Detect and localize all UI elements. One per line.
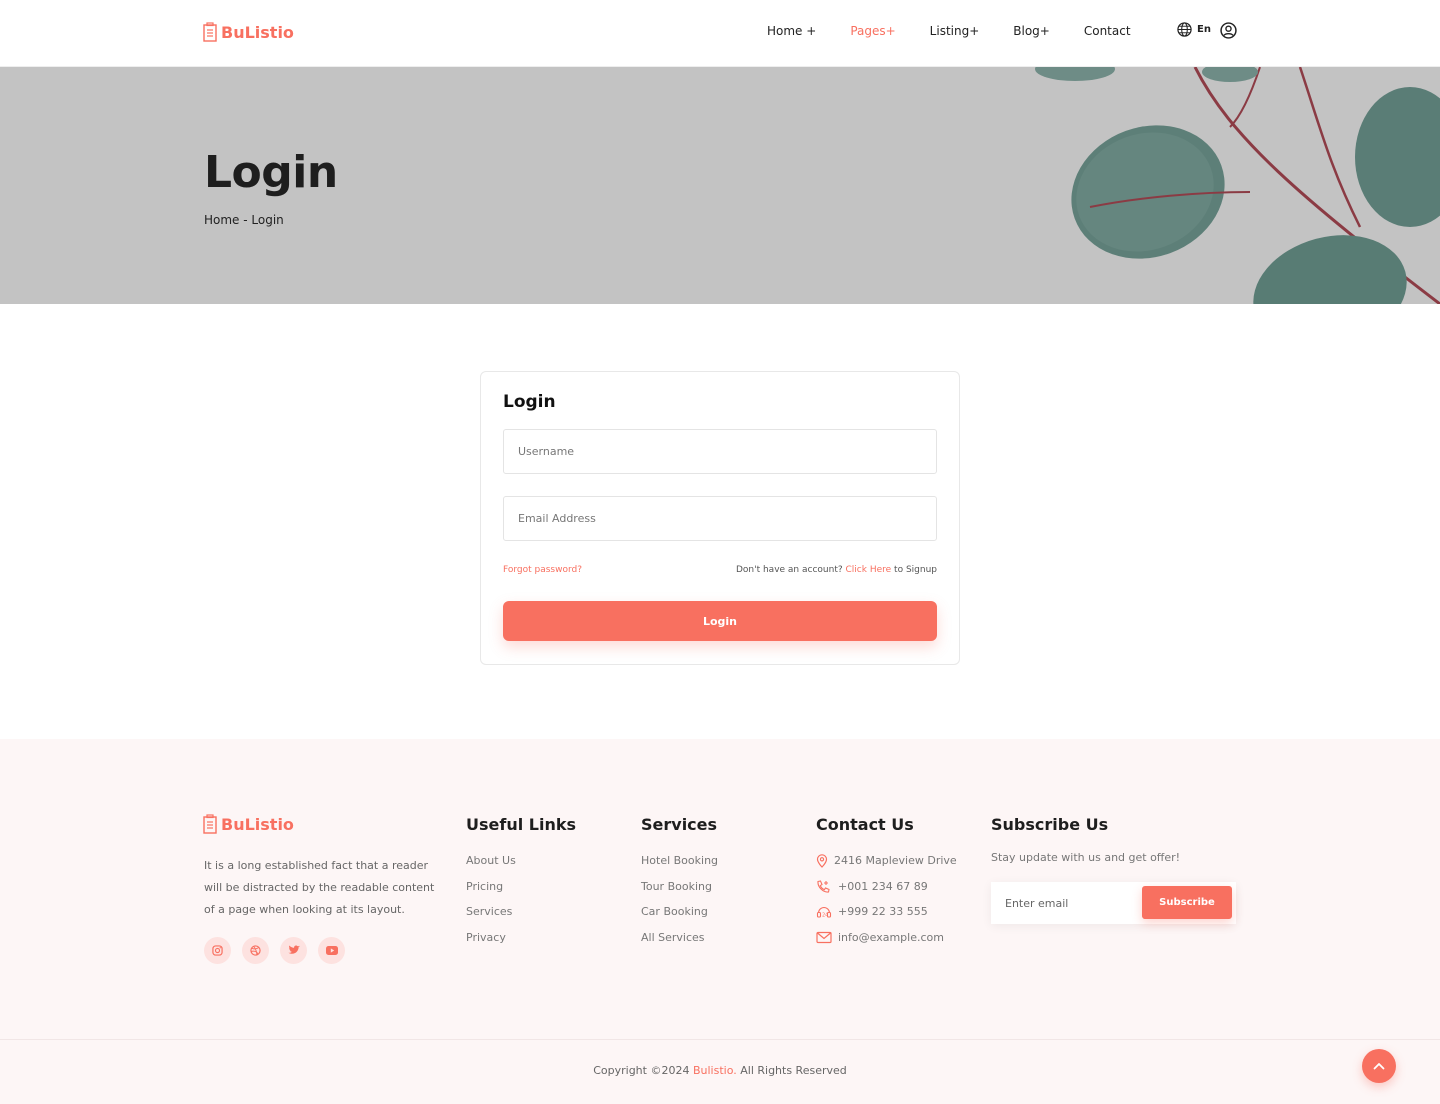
footer-logo[interactable]: BuListio (203, 814, 294, 834)
instagram-link[interactable] (204, 937, 231, 964)
login-card: Login Forgot password? Don't have an acc… (480, 371, 960, 665)
contact-title: Contact Us (816, 815, 914, 834)
footer-link-services[interactable]: Services (466, 905, 576, 931)
login-heading: Login (503, 392, 556, 412)
signup-prefix: Don't have an account? (735, 565, 843, 575)
scroll-to-top-button[interactable] (1362, 1049, 1396, 1083)
username-input[interactable] (503, 429, 937, 474)
user-circle-icon[interactable] (1220, 22, 1237, 39)
contact-phone-2-text: +999 22 33 555 (838, 905, 928, 918)
subscribe-text: Stay update with us and get offer! (991, 851, 1181, 864)
useful-links-column: Useful Links About Us Pricing Services P… (466, 815, 576, 956)
site-header: BuListio Home + Pages+ Listing+ Blog+ Co… (0, 0, 1440, 67)
location-pin-icon (816, 854, 828, 868)
dribbble-icon (250, 945, 261, 956)
login-button[interactable]: Login (503, 601, 937, 641)
subscribe-button[interactable]: Subscribe (1142, 886, 1232, 919)
copyright: Copyright ©2024 Bulistio. All Rights Res… (0, 1064, 1440, 1077)
twitter-icon (288, 945, 299, 954)
footer-about-text: It is a long established fact that a rea… (204, 859, 435, 916)
nav-item-contact[interactable]: Contact (1084, 24, 1131, 38)
copyright-suffix: All Rights Reserved (740, 1064, 847, 1077)
footer-link-about[interactable]: About Us (466, 854, 576, 880)
mail-icon (816, 931, 832, 943)
site-footer: BuListio It is a long established fact t… (0, 739, 1440, 1104)
service-link-car[interactable]: Car Booking (641, 905, 718, 931)
nav-item-listing[interactable]: Listing+ (930, 24, 980, 38)
useful-links-title: Useful Links (466, 815, 577, 834)
signup-prompt: Don't have an account? Click Here to Sig… (736, 565, 937, 575)
contact-address: 2416 Mapleview Drive (816, 854, 957, 880)
eucalyptus-leaves-decoration (1035, 67, 1440, 304)
copyright-prefix: Copyright ©2024 (593, 1064, 690, 1077)
phone-icon (817, 879, 830, 893)
contact-address-text: 2416 Mapleview Drive (834, 854, 957, 867)
contact-email[interactable]: info@example.com (816, 931, 957, 957)
language-label: En (1197, 24, 1211, 35)
signup-suffix: to Signup (894, 565, 937, 575)
contact-phone-1[interactable]: +001 234 67 89 (816, 880, 957, 906)
youtube-link[interactable] (318, 937, 345, 964)
instagram-icon (212, 945, 223, 956)
headset-icon: 24 (816, 907, 832, 919)
services-title: Services (641, 815, 718, 834)
chevron-up-icon (1373, 1063, 1385, 1070)
logo-text: BuListio (221, 22, 294, 42)
dribbble-link[interactable] (242, 937, 269, 964)
building-logo-icon (203, 22, 217, 42)
footer-link-privacy[interactable]: Privacy (466, 931, 576, 957)
forgot-password-link[interactable]: Forgot password? (503, 565, 582, 575)
header-logo[interactable]: BuListio (203, 22, 294, 42)
footer-link-pricing[interactable]: Pricing (466, 880, 576, 906)
social-links (204, 937, 345, 964)
globe-icon (1177, 22, 1192, 37)
copyright-brand-link[interactable]: Bulistio. (693, 1064, 737, 1077)
page-title: Login (204, 147, 338, 198)
contact-email-text: info@example.com (838, 930, 944, 944)
language-selector[interactable]: En (1177, 22, 1211, 37)
footer-logo-text: BuListio (221, 814, 294, 834)
subscribe-form: Subscribe (991, 882, 1236, 924)
contact-column: Contact Us 2416 Mapleview Drive +001 234… (816, 815, 957, 956)
nav-item-home[interactable]: Home + (767, 24, 816, 38)
youtube-icon (325, 946, 338, 955)
page-banner: Login Home - Login (0, 67, 1440, 304)
svg-text:24: 24 (822, 913, 828, 919)
contact-phone-1-text: +001 234 67 89 (838, 879, 928, 893)
main-nav: Home + Pages+ Listing+ Blog+ Contact (767, 24, 1165, 38)
email-input[interactable] (503, 496, 937, 541)
breadcrumb: Home - Login (204, 213, 284, 227)
service-link-all[interactable]: All Services (641, 931, 718, 957)
footer-divider (0, 1039, 1440, 1040)
subscribe-email-input[interactable] (991, 882, 1141, 924)
signup-link[interactable]: Click Here (846, 565, 892, 575)
twitter-link[interactable] (280, 937, 307, 964)
service-link-hotel[interactable]: Hotel Booking (641, 854, 718, 880)
contact-phone-2[interactable]: 24 +999 22 33 555 (816, 905, 957, 931)
subscribe-column: Subscribe Us Stay update with us and get… (991, 815, 1236, 924)
building-logo-icon (203, 814, 217, 834)
service-link-tour[interactable]: Tour Booking (641, 880, 718, 906)
subscribe-title: Subscribe Us (991, 815, 1109, 834)
nav-item-blog[interactable]: Blog+ (1013, 24, 1050, 38)
nav-item-pages[interactable]: Pages+ (850, 24, 895, 38)
services-column: Services Hotel Booking Tour Booking Car … (641, 815, 718, 956)
